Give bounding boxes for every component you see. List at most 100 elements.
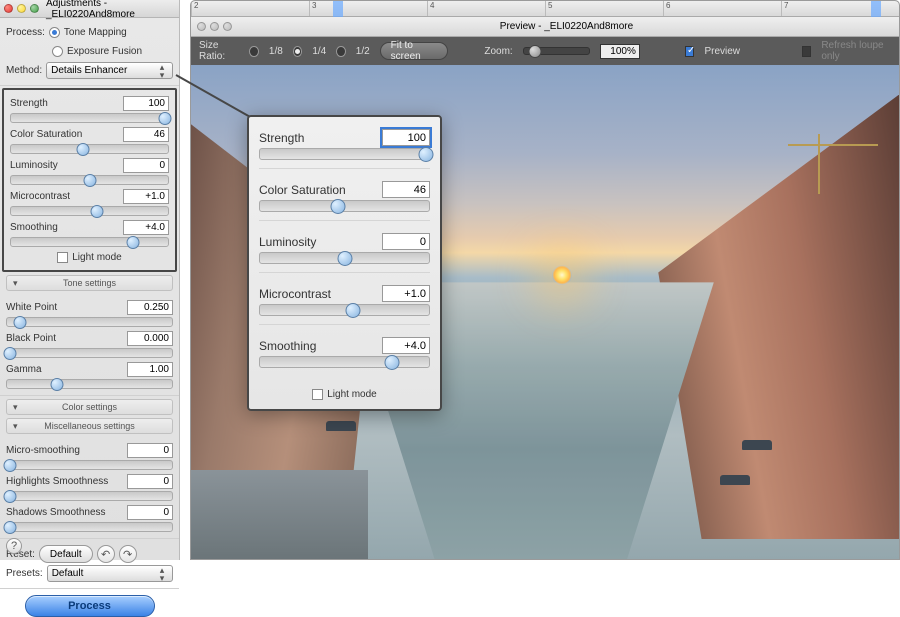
misc-settings-header[interactable]: Miscellaneous settings: [6, 418, 173, 434]
slider-value-input[interactable]: [127, 300, 173, 315]
presets-value: Default: [52, 568, 84, 579]
adjustments-title: Adjustments - _ELI0220And8more: [46, 0, 175, 20]
slider-track[interactable]: [259, 252, 430, 264]
slider-track[interactable]: [6, 348, 173, 358]
fit-to-screen-button[interactable]: Fit to screen: [380, 42, 448, 60]
radio-exposure-fusion[interactable]: [52, 46, 63, 57]
slider-microcontrast: Microcontrast: [259, 283, 430, 325]
slider-value-input[interactable]: [127, 505, 173, 520]
refresh-loupe-checkbox[interactable]: [802, 46, 812, 57]
slider-strength: Strength: [10, 94, 169, 125]
preview-checkbox[interactable]: [685, 46, 695, 57]
radio-tone-mapping[interactable]: [49, 27, 60, 38]
slider-value-input[interactable]: [127, 331, 173, 346]
ruler-tick: 6: [663, 1, 781, 16]
slider-value-input[interactable]: [382, 233, 430, 250]
slider-value-input[interactable]: [127, 474, 173, 489]
slider-track[interactable]: [10, 206, 169, 216]
slider-thumb[interactable]: [14, 316, 27, 329]
slider-value-input[interactable]: [382, 285, 430, 302]
ruler-tick: 2: [191, 1, 309, 16]
slider-label: Luminosity: [10, 160, 58, 171]
undo-icon[interactable]: ↶: [97, 545, 115, 563]
slider-value-input[interactable]: [123, 189, 169, 204]
slider-value-input[interactable]: [382, 337, 430, 354]
ratio-1-8[interactable]: [249, 46, 259, 57]
ruler-marker[interactable]: [333, 1, 343, 17]
slider-track[interactable]: [259, 200, 430, 212]
slider-thumb[interactable]: [418, 147, 433, 162]
slider-label: Black Point: [6, 333, 56, 344]
slider-thumb[interactable]: [337, 251, 352, 266]
slider-thumb[interactable]: [345, 303, 360, 318]
slider-black-point: Black Point: [6, 329, 173, 360]
slider-track[interactable]: [259, 148, 430, 160]
color-settings-header[interactable]: Color settings: [6, 399, 173, 415]
ruler-marker[interactable]: [871, 1, 881, 17]
help-icon[interactable]: ?: [6, 538, 22, 554]
slider-value-input[interactable]: [127, 443, 173, 458]
method-value: Details Enhancer: [51, 65, 127, 76]
slider-value-input[interactable]: [382, 129, 430, 146]
ruler-tick: 7: [781, 1, 899, 16]
slider-thumb[interactable]: [4, 347, 17, 360]
slider-thumb[interactable]: [50, 378, 63, 391]
slider-color-saturation: Color Saturation: [10, 125, 169, 156]
slider-label: Shadows Smoothness: [6, 507, 106, 518]
adjustments-titlebar[interactable]: Adjustments - _ELI0220And8more: [0, 0, 179, 18]
ratio-1-2[interactable]: [336, 46, 346, 57]
slider-value-input[interactable]: [123, 127, 169, 142]
preview-checkbox-label[interactable]: Preview: [704, 46, 740, 57]
light-mode-label[interactable]: Light mode: [327, 389, 376, 400]
zoom-value[interactable]: [600, 44, 640, 59]
slider-value-input[interactable]: [382, 181, 430, 198]
slider-thumb[interactable]: [77, 143, 90, 156]
presets-dropdown[interactable]: Default: [47, 565, 173, 582]
slider-value-input[interactable]: [123, 158, 169, 173]
slider-thumb[interactable]: [158, 112, 171, 125]
slider-track[interactable]: [6, 460, 173, 470]
tone-settings-header[interactable]: Tone settings: [6, 275, 173, 291]
slider-thumb[interactable]: [91, 205, 104, 218]
slider-thumb[interactable]: [4, 459, 17, 472]
slider-track[interactable]: [6, 379, 173, 389]
slider-value-input[interactable]: [123, 96, 169, 111]
slider-track[interactable]: [6, 491, 173, 501]
reset-default-button[interactable]: Default: [39, 545, 93, 563]
slider-thumb[interactable]: [83, 174, 96, 187]
slider-thumb[interactable]: [4, 490, 17, 503]
slider-track[interactable]: [6, 522, 173, 532]
slider-thumb[interactable]: [384, 355, 399, 370]
slider-smoothing: Smoothing: [10, 218, 169, 249]
radio-tone-mapping-label[interactable]: Tone Mapping: [64, 27, 127, 38]
slider-track[interactable]: [259, 304, 430, 316]
slider-track[interactable]: [10, 175, 169, 185]
preview-titlebar[interactable]: Preview - _ELI0220And8more: [191, 17, 899, 37]
ratio-1-4[interactable]: [293, 46, 303, 57]
zoom-icon[interactable]: [30, 4, 39, 13]
slider-track[interactable]: [6, 317, 173, 327]
light-mode-checkbox[interactable]: [312, 389, 323, 400]
close-icon[interactable]: [4, 4, 13, 13]
slider-track[interactable]: [10, 113, 169, 123]
slider-thumb[interactable]: [127, 236, 140, 249]
light-mode-label[interactable]: Light mode: [72, 252, 121, 263]
zoom-slider[interactable]: [523, 47, 590, 55]
slider-track[interactable]: [10, 237, 169, 247]
method-dropdown[interactable]: Details Enhancer: [46, 62, 173, 79]
slider-track[interactable]: [259, 356, 430, 368]
slider-value-input[interactable]: [123, 220, 169, 235]
minimize-icon[interactable]: [17, 4, 26, 13]
slider-track[interactable]: [10, 144, 169, 154]
slider-label: Color Saturation: [259, 183, 346, 197]
light-mode-checkbox[interactable]: [57, 252, 68, 263]
slider-thumb[interactable]: [330, 199, 345, 214]
slider-value-input[interactable]: [127, 362, 173, 377]
slider-thumb[interactable]: [4, 521, 17, 534]
redo-icon[interactable]: ↷: [119, 545, 137, 563]
process-button[interactable]: Process: [25, 595, 155, 617]
close-icon[interactable]: [197, 22, 206, 31]
minimize-icon[interactable]: [210, 22, 219, 31]
radio-exposure-fusion-label[interactable]: Exposure Fusion: [67, 46, 142, 57]
zoom-icon[interactable]: [223, 22, 232, 31]
